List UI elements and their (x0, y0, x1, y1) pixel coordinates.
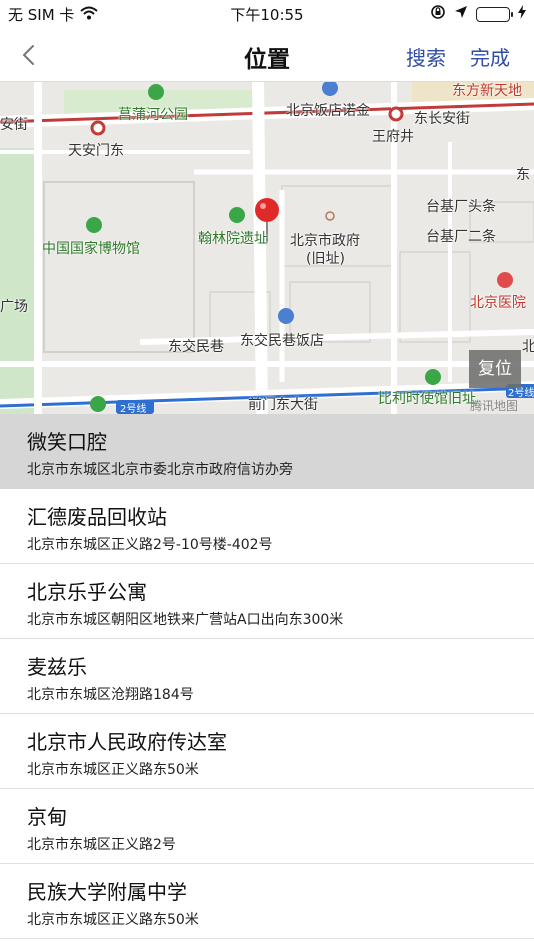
place-name: 民族大学附属中学 (27, 880, 187, 904)
rotation-lock-icon (430, 4, 446, 24)
place-name: 京甸 (27, 805, 67, 829)
list-item[interactable]: 汇德废品回收站北京市东城区正义路2号-10号楼-402号 (0, 489, 534, 564)
map-view[interactable]: 东方新天地 菖蒲河公园 北京饭店诺金 东长安街 安街 王府井 天安门东 东 台基… (0, 82, 534, 414)
place-address: 北京市东城区正义路2号-10号楼-402号 (27, 537, 273, 553)
map-label: 北京饭店诺金 (286, 103, 370, 119)
list-item[interactable]: 麦兹乐北京市东城区沧翔路184号 (0, 639, 534, 714)
list-item[interactable]: 京甸北京市东城区正义路2号 (0, 789, 534, 864)
place-name: 微笑口腔 (27, 430, 107, 454)
back-button[interactable] (14, 40, 44, 70)
navigation-bar: 位置 搜索 完成 (0, 28, 534, 82)
place-address: 北京市东城区正义路2号 (27, 837, 176, 853)
map-label: 台基厂二条 (426, 229, 496, 245)
place-address: 北京市东城区正义路东50米 (27, 762, 199, 778)
place-address: 北京市东城区沧翔路184号 (27, 687, 194, 703)
location-arrow-icon (454, 5, 468, 23)
map-watermark: 腾讯地图 (470, 399, 519, 413)
map-label: 比利时使馆旧址 (378, 391, 476, 407)
done-button[interactable]: 完成 (470, 42, 510, 71)
list-item[interactable]: 北京市人民政府传达室北京市东城区正义路东50米 (0, 714, 534, 789)
place-name: 北京市人民政府传达室 (27, 730, 227, 754)
list-item[interactable]: 北京乐乎公寓北京市东城区朝阳区地铁来广营站A口出向东300米 (0, 564, 534, 639)
map-label: 东方新天地 (452, 83, 522, 99)
map-label: 安街 (0, 117, 28, 133)
reset-location-button[interactable]: 复位 (469, 350, 521, 388)
map-label: 东交民巷饭店 (240, 333, 324, 349)
map-label: 广场 (0, 299, 28, 315)
map-label: 翰林院遗址 (198, 231, 268, 247)
list-item[interactable]: 微笑口腔北京市东城区北京市委北京市政府信访办旁 (0, 414, 534, 489)
map-label: 中国国家博物馆 (42, 241, 140, 257)
map-label: 北京医院 (470, 295, 526, 311)
map-label: 北 (522, 339, 534, 355)
map-label: 王府井 (372, 129, 414, 145)
place-name: 汇德废品回收站 (27, 505, 167, 529)
map-label: 北京市政府 (290, 233, 360, 249)
metro-line-label: 2号线 (120, 404, 147, 414)
place-address: 北京市东城区正义路东50米 (27, 912, 199, 928)
map-label: 东 (516, 167, 530, 183)
places-list: 微笑口腔北京市东城区北京市委北京市政府信访办旁汇德废品回收站北京市东城区正义路2… (0, 414, 534, 939)
battery-icon (476, 6, 513, 22)
place-name: 麦兹乐 (27, 655, 87, 679)
search-button[interactable]: 搜索 (406, 42, 446, 71)
place-name: 北京乐乎公寓 (27, 580, 147, 604)
page-title: 位置 (244, 47, 290, 73)
charging-icon (518, 5, 526, 23)
place-address: 北京市东城区朝阳区地铁来广营站A口出向东300米 (27, 612, 344, 628)
map-label: 菖蒲河公园 (118, 107, 188, 123)
status-bar: 无 SIM 卡 下午10:55 (0, 0, 534, 28)
map-label: 东长安街 (414, 111, 470, 127)
list-item[interactable]: 民族大学附属中学北京市东城区正义路东50米 (0, 864, 534, 939)
place-address: 北京市东城区北京市委北京市政府信访办旁 (27, 462, 293, 478)
chevron-left-icon (22, 45, 34, 65)
map-label: 东交民巷 (168, 339, 224, 355)
map-label: (旧址) (306, 251, 345, 267)
map-label: 天安门东 (68, 143, 124, 159)
map-label: 前门东大街 (248, 397, 318, 413)
map-label: 台基厂头条 (426, 199, 496, 215)
